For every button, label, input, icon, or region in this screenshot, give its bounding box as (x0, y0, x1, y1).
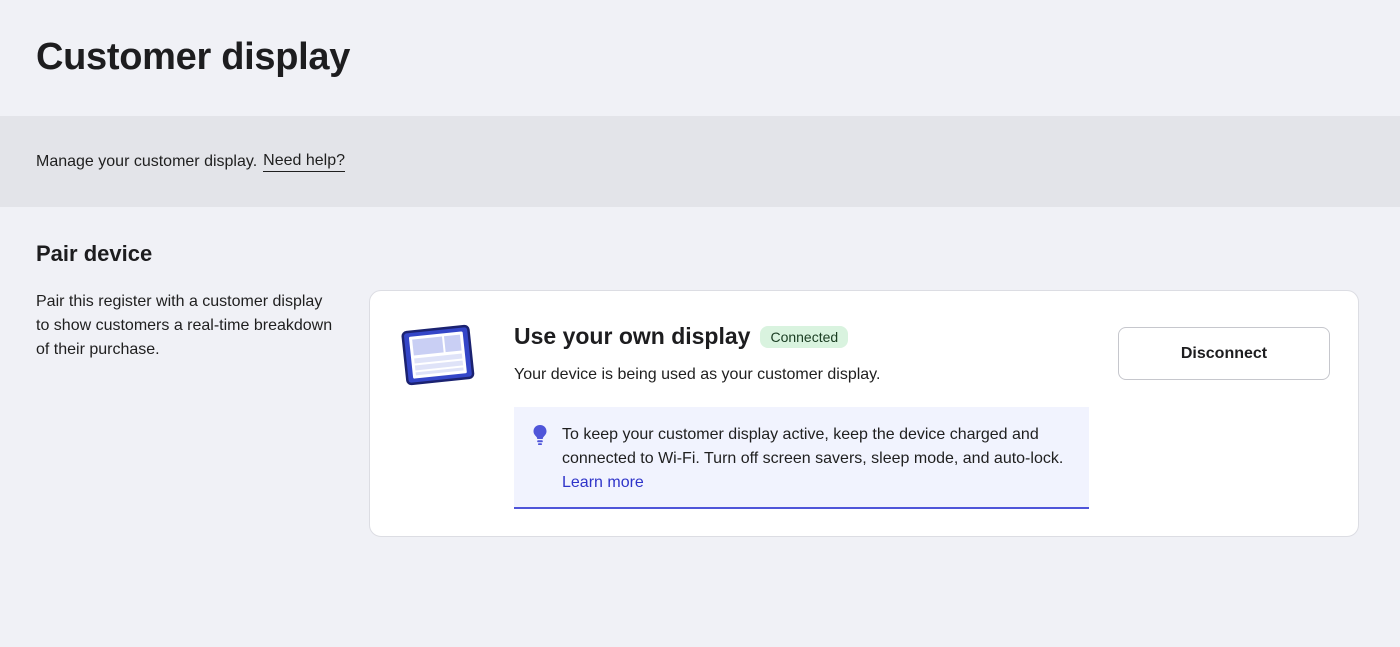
info-bar-text: Manage your customer display. (36, 152, 258, 170)
customer-display-card: Use your own display Connected Your devi… (369, 290, 1359, 537)
card-title: Use your own display (514, 323, 751, 349)
lightbulb-icon (533, 425, 547, 445)
need-help-link[interactable]: Need help? (263, 152, 345, 172)
pair-device-heading: Pair device (36, 241, 153, 266)
tip-text: To keep your customer display active, ke… (562, 426, 1064, 467)
tip-box: To keep your customer display active, ke… (514, 407, 1089, 509)
card-title-row: Use your own display Connected (514, 323, 849, 350)
status-badge: Connected (760, 325, 849, 348)
disconnect-button[interactable]: Disconnect (1118, 327, 1330, 380)
tablet-display-icon (401, 324, 475, 386)
pair-device-description: Pair this register with a customer displ… (36, 293, 333, 358)
info-bar: Manage your customer display. Need help? (0, 116, 1400, 207)
learn-more-link[interactable]: Learn more (562, 474, 644, 491)
card-description: Your device is being used as your custom… (514, 366, 881, 383)
page-title: Customer display (36, 36, 351, 78)
